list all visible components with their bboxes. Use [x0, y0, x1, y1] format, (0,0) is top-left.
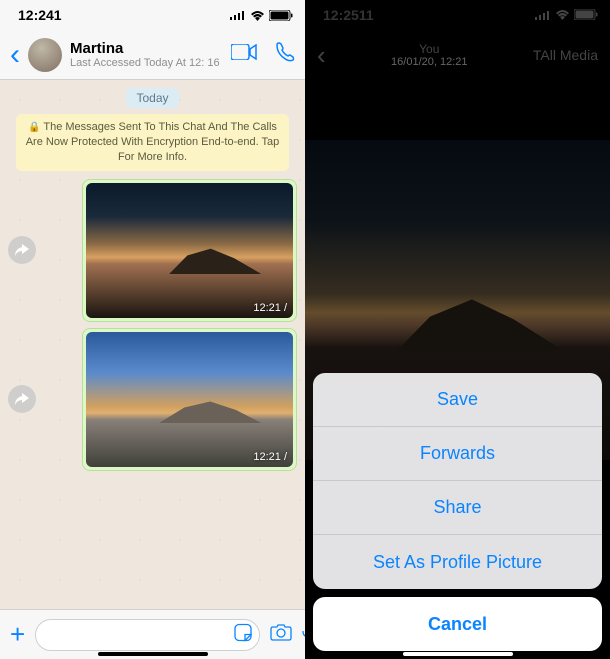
all-media-link[interactable]: TAll Media — [533, 47, 598, 63]
camera-icon[interactable] — [270, 623, 292, 646]
chat-title-block[interactable]: Martina Last Accessed Today At 12: 16 — [70, 40, 231, 69]
attach-plus-icon[interactable]: + — [10, 619, 25, 650]
status-indicators — [535, 7, 598, 23]
last-seen: Last Accessed Today At 12: 16 — [70, 57, 231, 69]
action-sheet: Save Forwards Share Set As Profile Pictu… — [305, 365, 610, 659]
media-header: ‹ You 16/01/20, 12:21 TAll Media — [305, 30, 610, 80]
action-save[interactable]: Save — [313, 373, 602, 427]
action-share[interactable]: Share — [313, 481, 602, 535]
battery-icon — [574, 7, 598, 23]
message-time: 12:21 / — [253, 451, 287, 463]
message-time: 12:21 / — [253, 302, 287, 314]
video-call-icon[interactable] — [231, 44, 257, 65]
action-sheet-group: Save Forwards Share Set As Profile Pictu… — [313, 373, 602, 589]
voice-call-icon[interactable] — [275, 42, 295, 67]
chat-screen: 12:241 ‹ Martina Last Accessed Today At … — [0, 0, 305, 659]
avatar[interactable] — [28, 38, 62, 72]
lock-icon: 🔒 — [28, 122, 40, 133]
signal-icon — [230, 10, 246, 20]
contact-name: Martina — [70, 40, 231, 57]
message-input[interactable] — [35, 619, 260, 651]
media-sender: You — [391, 42, 467, 56]
status-time: 12:2511 — [323, 7, 374, 23]
photo-thumbnail[interactable]: 12:21 / — [86, 332, 293, 467]
message-bubble[interactable]: 12:21 / — [82, 328, 297, 471]
home-indicator[interactable] — [98, 652, 208, 656]
message-row: 12:21 / — [8, 179, 297, 322]
battery-icon — [269, 10, 293, 21]
chat-header: ‹ Martina Last Accessed Today At 12: 16 — [0, 30, 305, 80]
media-viewer-screen: 12:2511 ‹ You 16/01/20, 12:21 TAll Media… — [305, 0, 610, 659]
message-bubble[interactable]: 12:21 / — [82, 179, 297, 322]
action-set-profile-picture[interactable]: Set As Profile Picture — [313, 535, 602, 589]
back-chevron-icon[interactable]: ‹ — [317, 40, 326, 71]
media-timestamp: 16/01/20, 12:21 — [391, 56, 467, 68]
encryption-notice[interactable]: 🔒 The Messages Sent To This Chat And The… — [16, 114, 289, 171]
signal-icon — [535, 7, 551, 23]
status-indicators — [230, 10, 293, 21]
status-bar: 12:2511 — [305, 0, 610, 30]
action-forwards[interactable]: Forwards — [313, 427, 602, 481]
forward-icon[interactable] — [8, 385, 36, 413]
cancel-button[interactable]: Cancel — [313, 597, 602, 651]
forward-icon[interactable] — [8, 236, 36, 264]
encryption-text: The Messages Sent To This Chat And The C… — [26, 121, 280, 163]
date-pill: Today — [126, 88, 178, 108]
back-chevron-icon[interactable]: ‹ — [10, 40, 20, 70]
status-time: 12:241 — [18, 7, 62, 23]
status-bar: 12:241 — [0, 0, 305, 30]
chat-body[interactable]: Today 🔒 The Messages Sent To This Chat A… — [0, 80, 305, 609]
wifi-icon — [250, 10, 265, 21]
home-indicator[interactable] — [403, 652, 513, 656]
photo-thumbnail[interactable]: 12:21 / — [86, 183, 293, 318]
message-row: 12:21 / — [8, 328, 297, 471]
wifi-icon — [555, 7, 570, 23]
sticker-icon[interactable] — [234, 623, 252, 646]
